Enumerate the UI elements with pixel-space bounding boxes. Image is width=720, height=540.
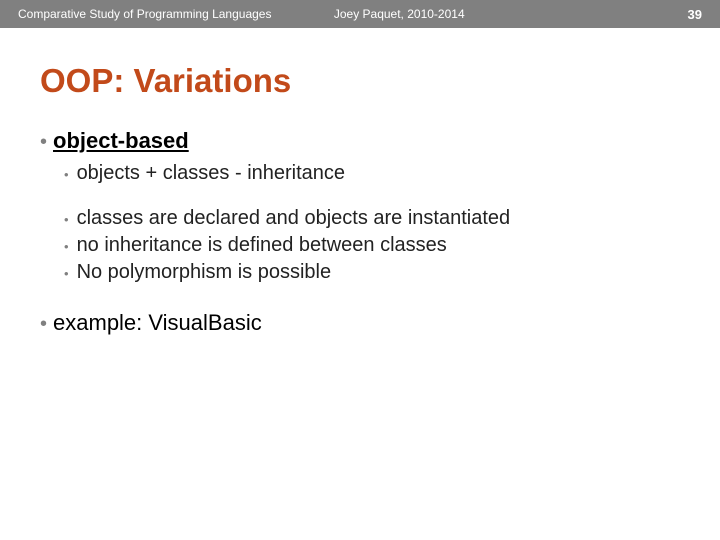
sub-bullet-label: no inheritance is defined between classe…	[77, 234, 447, 257]
bullet-dot-icon: •	[40, 314, 47, 334]
sub-bullet: • classes are declared and objects are i…	[64, 207, 720, 230]
bullet-dot-icon: •	[64, 240, 69, 253]
sub-bullet: • No polymorphism is possible	[64, 261, 720, 284]
author-credit: Joey Paquet, 2010-2014	[334, 7, 465, 21]
bullet-label: object-based	[53, 128, 189, 154]
slide-header: Comparative Study of Programming Languag…	[0, 0, 720, 28]
bullet-dot-icon: •	[64, 213, 69, 226]
sub-bullet-label: classes are declared and objects are ins…	[77, 207, 511, 230]
course-title: Comparative Study of Programming Languag…	[18, 7, 271, 21]
bullet-dot-icon: •	[64, 168, 69, 181]
slide-content: • object-based • objects + classes - inh…	[40, 128, 720, 336]
bullet-object-based: • object-based	[40, 128, 720, 154]
sub-bullet-label: No polymorphism is possible	[77, 261, 332, 284]
bullet-label: example: VisualBasic	[53, 310, 262, 336]
bullet-example: • example: VisualBasic	[40, 310, 720, 336]
bullet-dot-icon: •	[64, 267, 69, 280]
sub-bullet-label: objects + classes - inheritance	[77, 162, 345, 185]
sub-bullet: • objects + classes - inheritance	[64, 162, 720, 185]
sub-bullet: • no inheritance is defined between clas…	[64, 234, 720, 257]
page-number: 39	[688, 7, 702, 22]
bullet-dot-icon: •	[40, 132, 47, 152]
slide-title: OOP: Variations	[40, 62, 720, 100]
